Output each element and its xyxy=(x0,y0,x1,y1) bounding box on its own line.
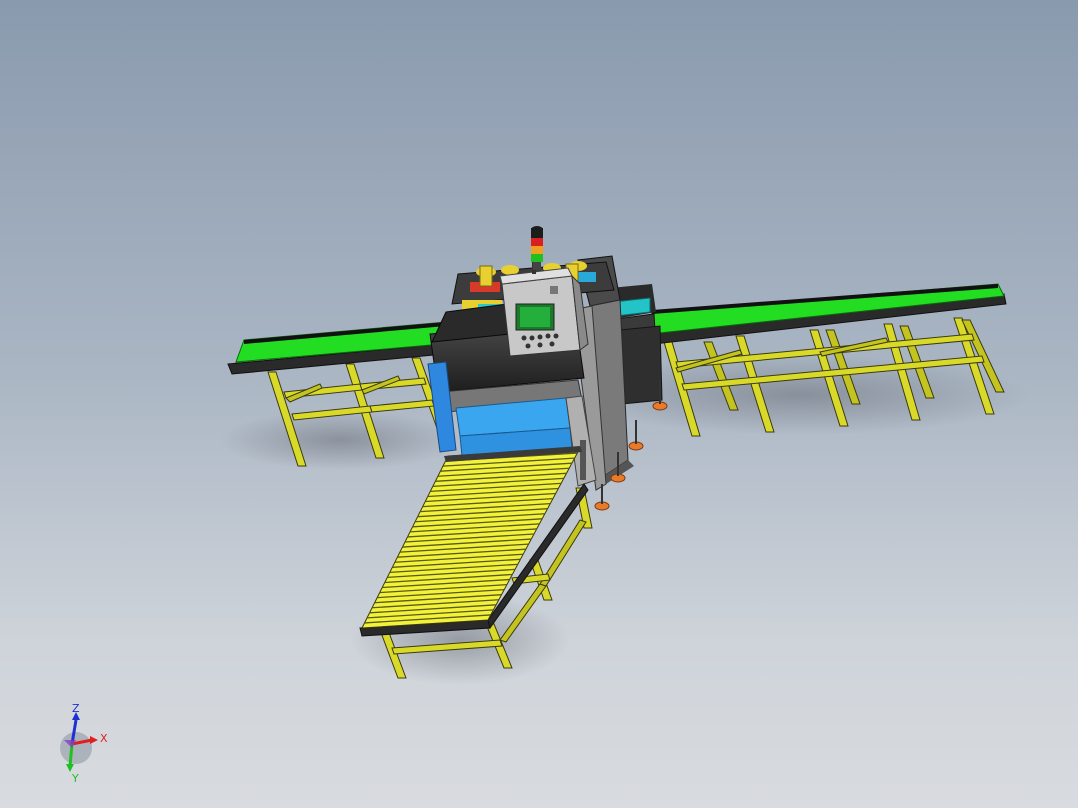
cad-viewport[interactable]: Z X Y xyxy=(0,0,1078,808)
control-cabinet[interactable] xyxy=(499,267,589,357)
assembly-model[interactable] xyxy=(0,0,1078,808)
x-axis-label: X xyxy=(100,732,108,745)
roller-conveyor[interactable] xyxy=(359,446,589,637)
y-axis-label: Y xyxy=(71,772,79,785)
triad-sphere xyxy=(60,732,92,764)
z-axis-label: Z xyxy=(72,702,80,715)
orientation-triad[interactable]: Z X Y xyxy=(46,700,116,786)
